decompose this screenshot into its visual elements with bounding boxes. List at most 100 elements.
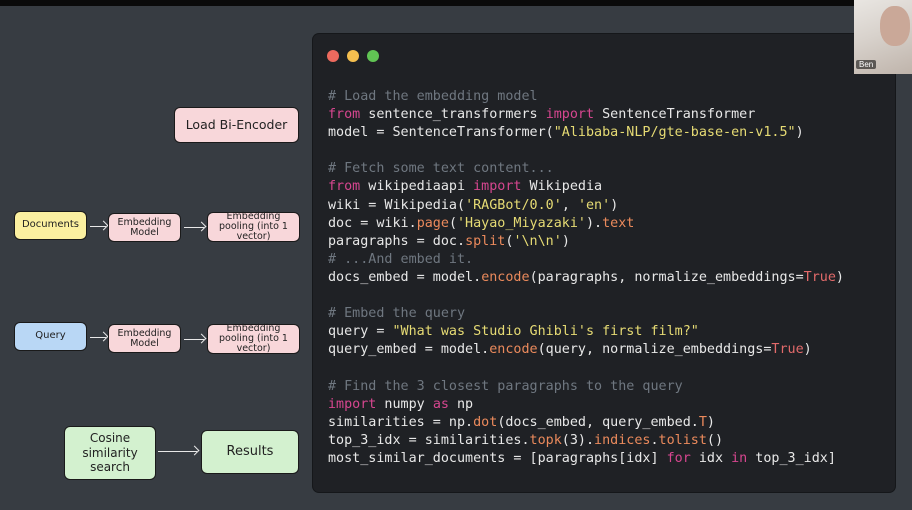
code-token: ( — [448, 215, 457, 231]
code-token: # ...And embed it. — [328, 251, 474, 267]
cosine-similarity-box: Cosine similarity search — [64, 426, 156, 480]
code-token: 'Hayao_Miyazaki' — [457, 215, 586, 231]
code-line: wiki = Wikipedia('RAGBot/0.0', 'en') — [328, 197, 844, 215]
embedding-model-label-2: Embedding Model — [117, 327, 172, 349]
code-line: top_3_idx = similarities.topk(3).indices… — [328, 432, 844, 450]
load-bi-encoder-label: Load Bi-Encoder — [185, 117, 288, 133]
code-token: docs_embed = model. — [328, 269, 482, 285]
code-token: # Embed the query — [328, 306, 466, 322]
code-token: sentence_transformers — [360, 107, 546, 123]
code-line: # Fetch some text content... — [328, 160, 844, 178]
code-line: model = SentenceTransformer("Alibaba-NLP… — [328, 124, 844, 142]
code-token: 'RAGBot/0.0' — [465, 197, 562, 213]
code-token: split — [465, 233, 506, 249]
code-token: ) — [561, 233, 570, 249]
code-token: wiki = Wikipedia( — [328, 197, 466, 213]
code-token: ) — [803, 342, 812, 358]
code-token: , — [561, 197, 578, 213]
code-token: wikipediaapi — [360, 179, 474, 195]
code-token: () — [706, 432, 724, 448]
arrow-model-to-pooling-1 — [184, 227, 204, 228]
arrow-query-to-model — [90, 337, 106, 338]
code-token: T — [698, 414, 707, 430]
code-token: import — [328, 396, 377, 412]
code-token: ) — [610, 197, 619, 213]
code-token: # Find the 3 closest paragraphs to the q… — [328, 378, 683, 394]
code-token: ) — [706, 414, 715, 430]
code-line: similarities = np.dot(docs_embed, query_… — [328, 414, 844, 432]
arrow-cosine-to-results — [158, 451, 197, 452]
code-token: most_similar_documents = [paragraphs[idx… — [328, 450, 667, 466]
code-line: query_embed = model.encode(query, normal… — [328, 341, 844, 359]
code-token: page — [416, 215, 449, 231]
code-line: query = "What was Studio Ghibli's first … — [328, 323, 844, 341]
participant-face — [880, 6, 910, 46]
code-token: np — [448, 396, 474, 412]
code-token: query = — [328, 324, 393, 340]
code-token: query_embed = model. — [328, 342, 490, 358]
code-token: 'en' — [577, 197, 611, 213]
code-token: (docs_embed, query_embed. — [497, 414, 699, 430]
code-token: from — [328, 179, 361, 195]
code-token: encode — [481, 269, 530, 285]
window-minimize-dot — [347, 50, 359, 62]
code-window: # Load the embedding model from sentence_… — [313, 34, 895, 492]
arrow-documents-to-model — [90, 226, 106, 227]
code-block: # Load the embedding model from sentence_… — [328, 88, 844, 468]
code-token: ) — [835, 269, 844, 285]
cosine-similarity-label: Cosine similarity search — [82, 431, 138, 475]
results-label: Results — [226, 444, 274, 460]
code-token: Wikipedia — [521, 179, 603, 195]
code-line: doc = wiki.page('Hayao_Miyazaki').text — [328, 215, 844, 233]
code-line: # Embed the query — [328, 305, 844, 323]
window-maximize-dot — [367, 50, 379, 62]
embedding-pooling-label-2: Embedding pooling (into 1 vector) — [219, 323, 288, 354]
code-token: text — [602, 215, 635, 231]
embedding-pooling-box-2: Embedding pooling (into 1 vector) — [207, 324, 300, 354]
code-token: "What was Studio Ghibli's first film?" — [392, 324, 699, 340]
code-token: (3). — [561, 432, 595, 448]
embedding-model-label-1: Embedding Model — [117, 216, 172, 238]
code-line: from wikipediaapi import Wikipedia — [328, 178, 844, 196]
webcam-thumbnail: Ben — [854, 0, 912, 74]
code-token: from — [328, 107, 361, 123]
code-line: from sentence_transformers import Senten… — [328, 106, 844, 124]
code-token: (paragraphs, normalize_embeddings= — [529, 269, 804, 285]
code-token: idx — [690, 450, 732, 466]
code-line: import numpy as np — [328, 396, 844, 414]
code-line: docs_embed = model.encode(paragraphs, no… — [328, 269, 844, 287]
code-token: top_3_idx] — [747, 450, 836, 466]
code-token: SentenceTransformer — [594, 107, 756, 123]
results-box: Results — [201, 430, 299, 474]
code-token: similarities = np. — [328, 414, 474, 430]
code-line: paragraphs = doc.split('\n\n') — [328, 233, 844, 251]
arrow-model-to-pooling-2 — [184, 339, 204, 340]
code-token: True — [771, 342, 804, 358]
code-token: '\n\n' — [513, 233, 562, 249]
embedding-pooling-box-1: Embedding pooling (into 1 vector) — [207, 212, 300, 242]
code-token: numpy — [376, 396, 433, 412]
code-token: indices — [594, 432, 651, 448]
code-token: True — [803, 269, 836, 285]
code-line: # ...And embed it. — [328, 251, 844, 269]
embedding-pooling-label-1: Embedding pooling (into 1 vector) — [219, 211, 288, 242]
code-token: # Load the embedding model — [328, 89, 538, 104]
embedding-model-box-1: Embedding Model — [108, 213, 181, 242]
code-token: paragraphs = doc. — [328, 233, 466, 249]
code-token: encode — [489, 342, 538, 358]
code-token: topk — [529, 432, 562, 448]
code-token: . — [650, 432, 659, 448]
code-token: import — [545, 107, 595, 123]
code-token: "Alibaba-NLP/gte-base-en-v1.5" — [553, 125, 796, 141]
code-line: most_similar_documents = [paragraphs[idx… — [328, 450, 844, 468]
code-token: doc = wiki. — [328, 215, 417, 231]
documents-label: Documents — [21, 219, 80, 231]
embedding-model-box-2: Embedding Model — [108, 324, 181, 353]
documents-box: Documents — [14, 211, 87, 240]
code-token: (query, normalize_embeddings= — [537, 342, 772, 358]
query-label: Query — [35, 330, 66, 342]
code-token: for — [666, 450, 691, 466]
code-token: ). — [586, 215, 603, 231]
